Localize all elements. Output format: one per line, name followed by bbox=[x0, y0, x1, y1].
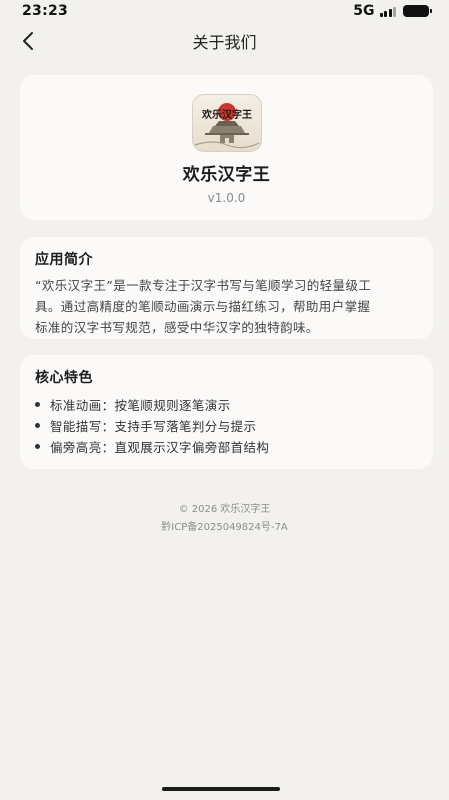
feature-text: 智能描写：支持手写落笔判分与提示 bbox=[50, 419, 257, 434]
icp-link[interactable]: 黔ICP备2025049824号-7A bbox=[0, 518, 449, 533]
home-indicator[interactable] bbox=[162, 787, 280, 791]
app-version: v1.0.0 bbox=[207, 191, 246, 205]
copyright-text: © 2026 欢乐汉字王 bbox=[178, 504, 271, 515]
battery-icon bbox=[403, 5, 432, 17]
status-time: 23:23 bbox=[22, 3, 69, 19]
network-label: 5G bbox=[353, 3, 375, 19]
intro-card: 应用简介 “欢乐汉字王”是一款专注于汉字书写与笔顺学习的轻量级工 具。通过高精度… bbox=[20, 237, 433, 339]
nav-bar: 关于我们 bbox=[0, 22, 449, 60]
feature-item: 标准动画：按笔顺规则逐笔演示 bbox=[35, 394, 420, 415]
intro-text: “欢乐汉字王”是一款专注于汉字书写与笔顺学习的轻量级工 具。通过高精度的笔顺动画… bbox=[35, 275, 420, 338]
feature-text: 标准动画：按笔顺规则逐笔演示 bbox=[50, 398, 231, 413]
intro-line: 具。通过高精度的笔顺动画演示与描红练习，帮助用户掌握 bbox=[35, 299, 371, 314]
intro-line: “欢乐汉字王”是一款专注于汉字书写与笔顺学习的轻量级工 bbox=[35, 278, 372, 293]
features-title: 核心特色 bbox=[35, 370, 93, 386]
app-name: 欢乐汉字王 bbox=[182, 165, 271, 185]
app-logo-text: 欢乐汉字王 bbox=[201, 108, 252, 121]
back-button[interactable] bbox=[14, 27, 42, 55]
app-info-card: 欢乐汉字王 欢乐汉字王 v1.0.0 bbox=[20, 75, 433, 220]
signal-icon bbox=[379, 6, 396, 17]
feature-item: 智能描写：支持手写落笔判分与提示 bbox=[35, 415, 420, 436]
app-logo-artwork: 欢乐汉字王 bbox=[194, 103, 259, 149]
intro-title: 应用简介 bbox=[35, 252, 93, 268]
bullet-icon bbox=[35, 402, 40, 407]
bullet-icon bbox=[35, 444, 40, 449]
status-icons: 5G bbox=[353, 3, 432, 19]
features-card: 核心特色 标准动画：按笔顺规则逐笔演示 智能描写：支持手写落笔判分与提示 偏旁高… bbox=[20, 355, 433, 469]
intro-line: 标准的汉字书写规范，感受中华汉字的独特韵味。 bbox=[35, 320, 319, 335]
feature-list: 标准动画：按笔顺规则逐笔演示 智能描写：支持手写落笔判分与提示 偏旁高亮：直观展… bbox=[35, 394, 420, 457]
bullet-icon bbox=[35, 423, 40, 428]
feature-item: 偏旁高亮：直观展示汉字偏旁部首结构 bbox=[35, 436, 420, 457]
chevron-left-icon bbox=[23, 32, 33, 50]
status-bar: 23:23 5G bbox=[0, 0, 449, 22]
page-title: 关于我们 bbox=[192, 33, 257, 52]
app-logo: 欢乐汉字王 bbox=[191, 94, 262, 152]
feature-text: 偏旁高亮：直观展示汉字偏旁部首结构 bbox=[50, 440, 270, 455]
